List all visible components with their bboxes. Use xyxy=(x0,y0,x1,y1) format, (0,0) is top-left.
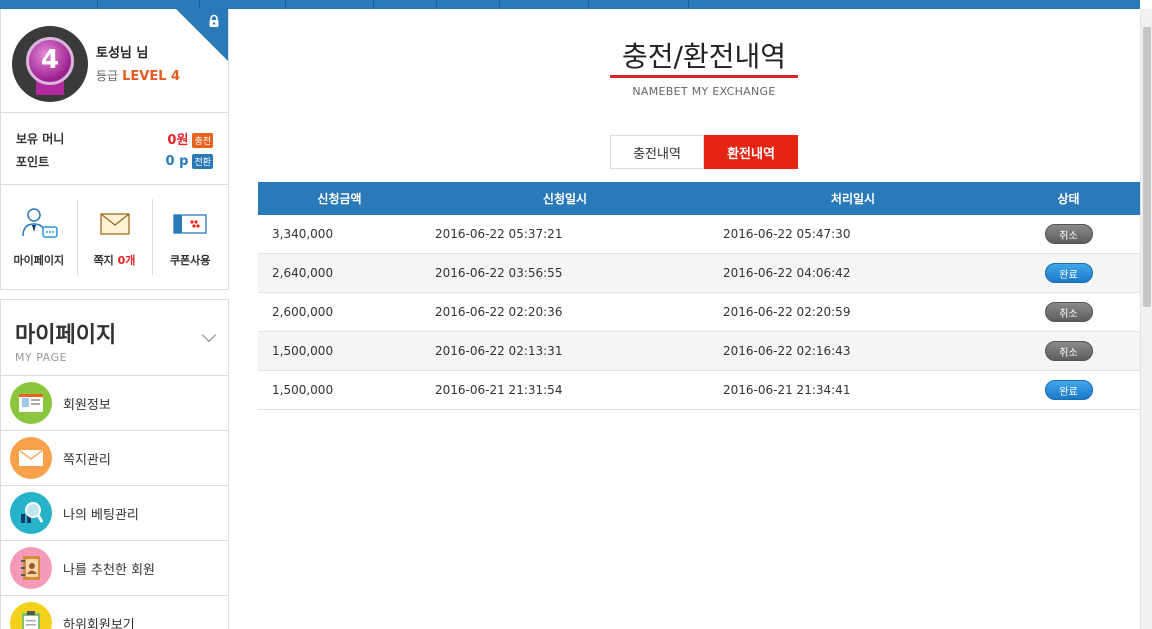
wallet-panel: 보유 머니 0원 충전 포인트 0 p 전환 xyxy=(0,113,229,185)
cell-processed-at: 2016-06-21 21:34:41 xyxy=(723,383,851,397)
exchange-history-table: 신청금액 신청일시 처리일시 상태 3,340,000 2016-06-22 0… xyxy=(258,182,1140,410)
menu-item-referrers[interactable]: 나를 추천한 회원 xyxy=(0,541,229,596)
level-badge-avatar: 4 xyxy=(12,26,88,102)
page-title: 충전/환전내역 xyxy=(622,40,786,73)
mypage-title: 마이페이지 xyxy=(15,323,117,348)
nav-segment[interactable] xyxy=(0,0,98,9)
table-row: 2,600,000 2016-06-22 02:20:36 2016-06-22… xyxy=(258,293,1140,332)
cell-processed-at: 2016-06-22 04:06:42 xyxy=(723,266,851,280)
cell-amount: 1,500,000 xyxy=(272,383,334,397)
nav-segment[interactable] xyxy=(589,0,689,9)
mail-icon xyxy=(10,437,52,479)
profile-card: 4 토성님 님 등급 LEVEL 4 xyxy=(0,9,229,113)
cell-processed-at: 2016-06-22 05:47:30 xyxy=(723,227,851,241)
quick-mypage[interactable]: 마이페이지 xyxy=(1,185,77,289)
menu-item-member-info[interactable]: 회원정보 xyxy=(0,376,229,431)
tab-withdraw-history[interactable]: 환전내역 xyxy=(704,135,798,169)
status-badge: 완료 xyxy=(1044,263,1093,283)
level-number: 4 xyxy=(40,45,60,75)
table-row: 1,500,000 2016-06-22 02:13:31 2016-06-22… xyxy=(258,332,1140,371)
cell-requested-at: 2016-06-22 02:13:31 xyxy=(435,344,563,358)
page-scrollbar[interactable] xyxy=(1140,9,1152,629)
menu-item-label: 쪽지관리 xyxy=(63,452,111,468)
cell-amount: 2,600,000 xyxy=(272,305,334,319)
cell-requested-at: 2016-06-22 03:56:55 xyxy=(435,266,563,280)
user-grade: 등급 LEVEL 4 xyxy=(96,67,180,84)
quick-links: 마이페이지 쪽지 0개 쿠폰사용 xyxy=(0,185,229,290)
page-subtitle: NAMEBET MY EXCHANGE xyxy=(632,85,776,98)
username: 토성님 님 xyxy=(96,46,149,61)
menu-item-messages[interactable]: 쪽지관리 xyxy=(0,431,229,486)
cell-amount: 3,340,000 xyxy=(272,227,334,241)
nav-segment[interactable] xyxy=(500,0,589,9)
top-nav-bar xyxy=(0,0,1140,9)
address-book-icon xyxy=(10,547,52,589)
header-status: 상태 xyxy=(1057,192,1080,206)
money-row: 보유 머니 0원 충전 xyxy=(16,127,213,150)
clipboard-icon xyxy=(10,602,52,629)
id-card-icon xyxy=(10,382,52,424)
quick-coupon[interactable]: 쿠폰사용 xyxy=(152,185,228,289)
menu-item-my-bets[interactable]: 나의 베팅관리 xyxy=(0,486,229,541)
cell-processed-at: 2016-06-22 02:20:59 xyxy=(723,305,851,319)
grade-label: 등급 xyxy=(96,69,119,83)
quick-mypage-label: 마이페이지 xyxy=(13,254,65,267)
cell-requested-at: 2016-06-21 21:31:54 xyxy=(435,383,563,397)
point-value: 0 p xyxy=(165,154,189,169)
status-badge: 완료 xyxy=(1044,380,1093,400)
cell-amount: 1,500,000 xyxy=(272,344,334,358)
header-requested-at: 신청일시 xyxy=(542,192,588,206)
tab-deposit-history[interactable]: 충전내역 xyxy=(610,135,704,169)
lock-icon[interactable] xyxy=(207,14,221,28)
money-value: 0원 xyxy=(167,133,189,148)
nav-segment[interactable] xyxy=(374,0,437,9)
sidebar: 4 토성님 님 등급 LEVEL 4 보유 머니 0원 충전 포인트 0 p 전환 xyxy=(0,9,229,629)
coupon-icon xyxy=(173,214,207,234)
nav-segment[interactable] xyxy=(437,0,500,9)
quick-message-text: 쪽지 0개 xyxy=(94,252,136,268)
level-medal-icon: 4 xyxy=(26,37,74,85)
quick-message-label: 쪽지 xyxy=(93,254,114,267)
nav-segment[interactable] xyxy=(98,0,200,9)
magnifier-chart-icon xyxy=(10,492,52,534)
nav-segment[interactable] xyxy=(286,0,374,9)
table-row: 2,640,000 2016-06-22 03:56:55 2016-06-22… xyxy=(258,254,1140,293)
menu-item-sub-members[interactable]: 하위회원보기 xyxy=(0,596,229,629)
status-badge: 취소 xyxy=(1044,224,1093,244)
point-row: 포인트 0 p 전환 xyxy=(16,150,213,173)
envelope-icon xyxy=(99,213,130,235)
charge-button[interactable]: 충전 xyxy=(192,133,213,148)
menu-item-label: 나를 추천한 회원 xyxy=(63,562,155,578)
status-badge: 취소 xyxy=(1044,341,1093,361)
quick-message[interactable]: 쪽지 0개 xyxy=(76,185,153,289)
message-count: 0개 xyxy=(117,254,136,267)
cell-requested-at: 2016-06-22 05:37:21 xyxy=(435,227,563,241)
user-chat-icon xyxy=(22,208,58,238)
status-badge: 취소 xyxy=(1044,302,1093,322)
money-label: 보유 머니 xyxy=(16,132,65,146)
nav-segment[interactable] xyxy=(200,0,286,9)
title-underline xyxy=(610,75,798,78)
grade-value: LEVEL 4 xyxy=(122,69,181,84)
point-label: 포인트 xyxy=(16,155,50,169)
table-row: 1,500,000 2016-06-21 21:31:54 2016-06-21… xyxy=(258,371,1140,410)
cell-requested-at: 2016-06-22 02:20:36 xyxy=(435,305,563,319)
mypage-menu-header[interactable]: 마이페이지 MY PAGE xyxy=(0,299,229,376)
scrollbar-thumb[interactable] xyxy=(1143,27,1151,307)
menu-item-label: 하위회원보기 xyxy=(63,617,135,629)
cell-processed-at: 2016-06-22 02:16:43 xyxy=(723,344,851,358)
header-processed-at: 처리일시 xyxy=(830,192,876,206)
menu-item-label: 나의 베팅관리 xyxy=(63,507,139,523)
mypage-subtitle: MY PAGE xyxy=(15,351,67,364)
table-row: 3,340,000 2016-06-22 05:37:21 2016-06-22… xyxy=(258,215,1140,254)
menu-item-label: 회원정보 xyxy=(63,397,111,413)
quick-coupon-label: 쿠폰사용 xyxy=(169,254,211,267)
cell-amount: 2,640,000 xyxy=(272,266,334,280)
header-amount: 신청금액 xyxy=(317,192,362,206)
history-tabs: 충전내역 환전내역 xyxy=(610,135,798,169)
table-header: 신청금액 신청일시 처리일시 상태 xyxy=(258,182,1140,215)
convert-button[interactable]: 전환 xyxy=(192,154,213,169)
